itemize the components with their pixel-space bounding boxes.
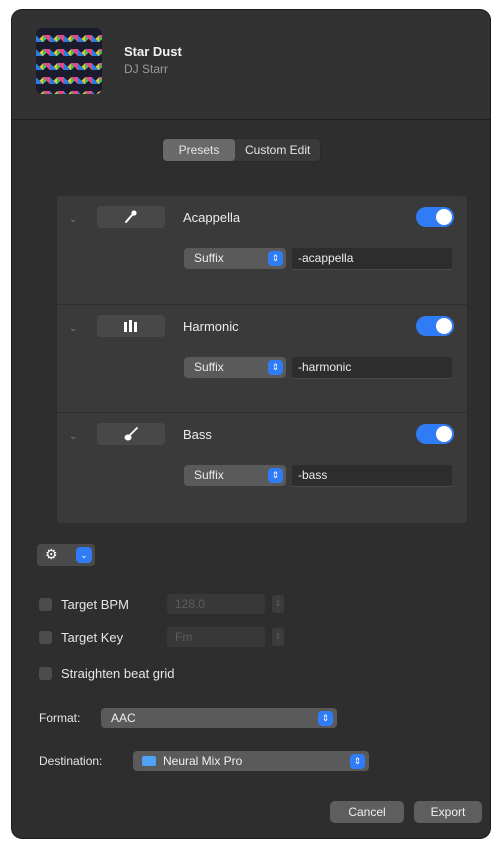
destination-value: Neural Mix Pro: [163, 754, 243, 768]
target-bpm-option: Target BPM: [39, 595, 129, 613]
stem-row-acappella: ⌄ Acappella Suffix ⇕ -acappella: [57, 196, 467, 303]
piano-keys-icon[interactable]: [97, 315, 165, 337]
chevron-down-icon[interactable]: ⌄: [69, 431, 77, 442]
chevron-updown-icon: ⇕: [268, 360, 283, 375]
stem-list: ⌄ Acappella Suffix ⇕ -acappella ⌄ Harmon…: [57, 196, 467, 523]
cancel-button[interactable]: Cancel: [330, 801, 404, 823]
tab-custom-edit[interactable]: Custom Edit: [235, 139, 320, 161]
stem-toggle-bass[interactable]: [416, 424, 454, 444]
target-bpm-field[interactable]: 128.0: [167, 594, 265, 614]
stem-name: Harmonic: [183, 319, 239, 334]
straighten-option: Straighten beat grid: [39, 664, 174, 682]
affix-value-text: -harmonic: [298, 360, 352, 374]
gear-icon: ⚙: [45, 546, 58, 562]
stem-name: Bass: [183, 427, 212, 442]
straighten-label: Straighten beat grid: [61, 665, 175, 681]
format-value: AAC: [111, 711, 136, 725]
target-bpm-stepper[interactable]: ⇕: [272, 595, 284, 613]
stem-name: Acappella: [183, 210, 241, 225]
target-key-value: Fm: [175, 630, 193, 644]
microphone-icon[interactable]: [97, 206, 165, 228]
affix-type-popup[interactable]: Suffix ⇕: [184, 248, 286, 269]
chevron-updown-icon: ⇕: [268, 468, 283, 483]
affix-value-text: -acappella: [298, 251, 354, 265]
album-artwork: [36, 28, 102, 94]
destination-select[interactable]: Neural Mix Pro ⇕: [133, 751, 369, 771]
target-bpm-value: 128.0: [175, 597, 206, 611]
format-label: Format:: [39, 711, 81, 725]
target-key-option: Target Key: [39, 628, 123, 646]
chevron-updown-icon: ⇕: [268, 251, 283, 266]
format-select[interactable]: AAC ⇕: [101, 708, 337, 728]
target-key-checkbox[interactable]: [39, 630, 52, 644]
affix-value-field[interactable]: -acappella: [292, 248, 452, 270]
target-key-label: Target Key: [61, 629, 124, 645]
chevron-down-icon[interactable]: ⌄: [69, 323, 77, 334]
affix-value-text: -bass: [298, 468, 328, 482]
stem-row-bass: ⌄ Bass Suffix ⇕ -bass: [57, 412, 467, 520]
track-title: Star Dust: [124, 44, 182, 59]
stem-toggle-acappella[interactable]: [416, 207, 454, 227]
target-key-field[interactable]: Fm: [167, 627, 265, 647]
straighten-checkbox[interactable]: [39, 666, 52, 680]
affix-type-value: Suffix: [194, 468, 224, 482]
affix-type-value: Suffix: [194, 360, 224, 374]
settings-menu-button[interactable]: ⚙ ⌄: [37, 544, 95, 566]
chevron-updown-icon: ⇕: [318, 711, 333, 726]
stem-row-harmonic: ⌄ Harmonic Suffix ⇕ -harmonic: [57, 304, 467, 412]
affix-type-popup[interactable]: Suffix ⇕: [184, 465, 286, 486]
chevron-updown-icon: ⇕: [350, 754, 365, 769]
track-header: Star Dust DJ Starr: [12, 10, 490, 120]
track-artist: DJ Starr: [124, 62, 169, 76]
export-dialog: Star Dust DJ Starr Presets Custom Edit ⌄…: [12, 10, 490, 838]
chevron-down-icon[interactable]: ⌄: [69, 214, 77, 225]
folder-icon: [142, 756, 156, 766]
guitar-icon[interactable]: [97, 423, 165, 445]
target-key-stepper[interactable]: ⇕: [272, 628, 284, 646]
affix-value-field[interactable]: -harmonic: [292, 357, 452, 379]
affix-value-field[interactable]: -bass: [292, 465, 452, 487]
chevron-down-icon: ⌄: [76, 547, 92, 563]
affix-type-popup[interactable]: Suffix ⇕: [184, 357, 286, 378]
tab-presets[interactable]: Presets: [163, 139, 235, 161]
mode-segmented-control: Presets Custom Edit: [162, 138, 322, 162]
target-bpm-label: Target BPM: [61, 596, 129, 612]
affix-type-value: Suffix: [194, 251, 224, 265]
destination-label: Destination:: [39, 754, 103, 768]
stem-toggle-harmonic[interactable]: [416, 316, 454, 336]
export-button[interactable]: Export: [414, 801, 482, 823]
target-bpm-checkbox[interactable]: [39, 597, 52, 611]
